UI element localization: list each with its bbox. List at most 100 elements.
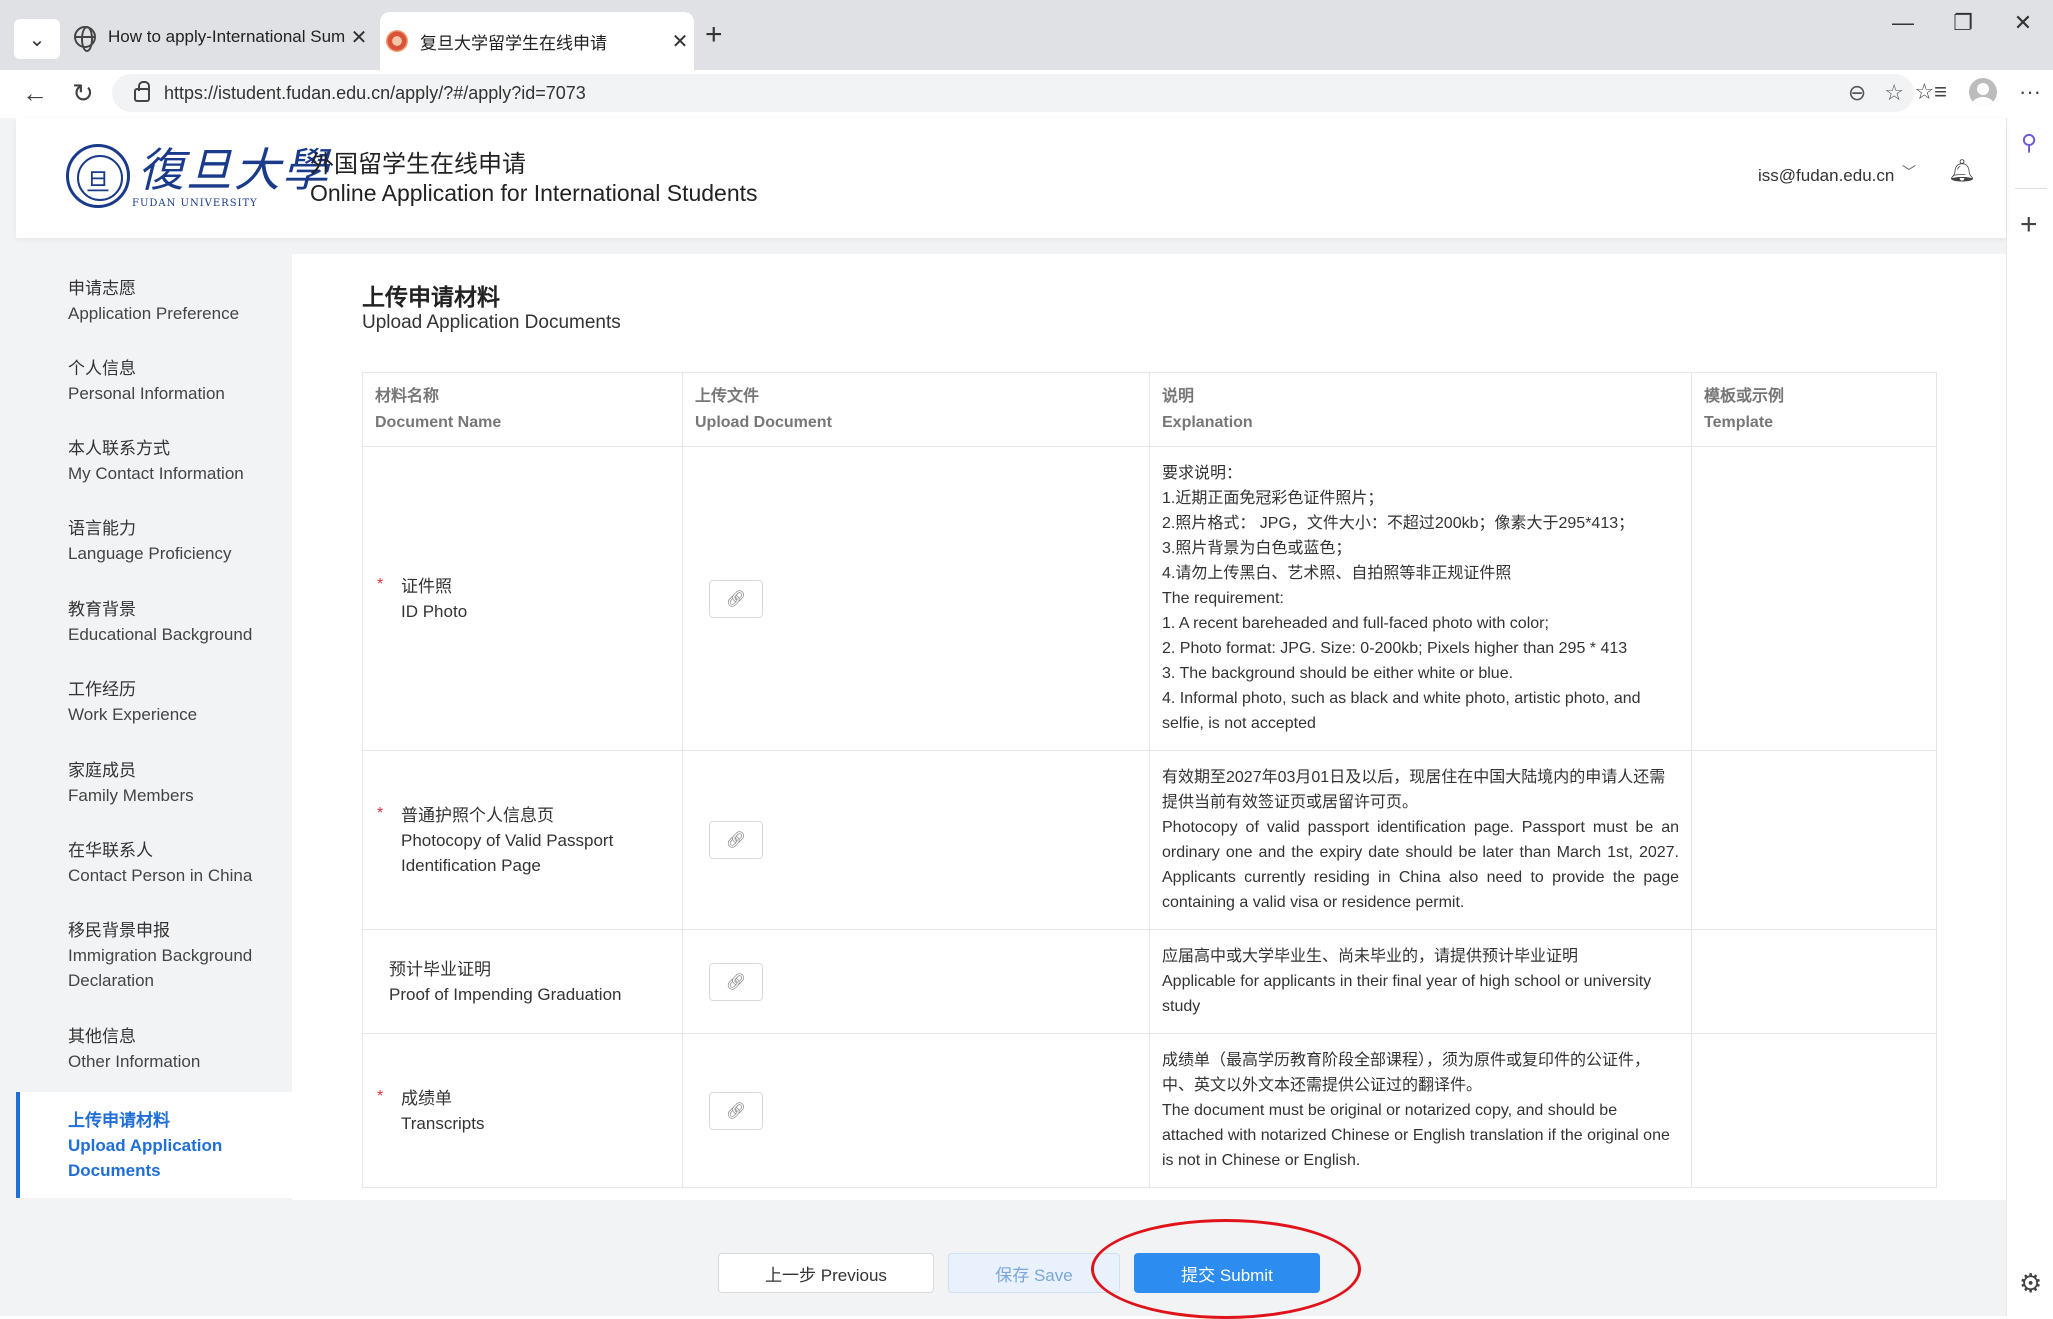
sidebar-item-label-cn: 工作经历 (68, 680, 136, 699)
restore-icon[interactable]: ❐ (1933, 10, 1993, 36)
sidebar-item-upload-documents[interactable]: 上传申请材料 Upload Application Documents (16, 1092, 292, 1198)
sidebar-item-label-en: Language Proficiency (68, 544, 232, 563)
tab-close-icon[interactable]: ✕ (666, 29, 694, 54)
upload-attach-button[interactable]: 🔗︎ (709, 821, 763, 859)
header-cn: 上传文件 (695, 387, 760, 405)
sidebar-item-label-cn: 家庭成员 (68, 761, 136, 780)
explanation-line: Applicable for applicants in their final… (1162, 973, 1652, 1015)
window-controls: — ❐ ✕ (1873, 10, 2053, 36)
sidebar-item-label-cn: 申请志愿 (68, 279, 136, 298)
site-header: 復旦大學 FUDAN UNIVERSITY 外国留学生在线申请 Online A… (16, 118, 2006, 238)
template-cell (1691, 929, 1937, 1034)
required-asterisk: * (377, 1087, 384, 1105)
document-name-en: ID Photo (401, 601, 468, 621)
explanation-cell: 有效期至2027年03月01日及以后，现居住在中国大陆境内的申请人还需提供当前有… (1149, 750, 1692, 930)
explanation-line: 4.请勿上传黑白、艺术照、自拍照等非正规证件照 (1162, 565, 1512, 582)
new-tab-plus-icon[interactable]: + (705, 18, 723, 52)
main-content: 上传申请材料 Upload Application Documents 材料名称… (292, 254, 2006, 1200)
required-asterisk: * (377, 575, 384, 593)
upload-attach-button[interactable]: 🔗︎ (709, 579, 763, 618)
link-icon: 🔗︎ (725, 973, 747, 991)
column-header-upload-document: 上传文件 Upload Document (682, 372, 1150, 447)
profile-avatar-icon[interactable] (1969, 78, 1998, 106)
address-bar[interactable]: https://istudent.fudan.edu.cn/apply/?#/a… (112, 74, 1914, 112)
application-steps-sidebar: 申请志愿 Application Preference 个人信息 Persona… (16, 254, 292, 1200)
explanation-line: 1. A recent bareheaded and full-faced ph… (1162, 615, 1549, 632)
fudan-seal-logo-icon (66, 144, 130, 208)
sidebar-item-work-experience[interactable]: 工作经历 Work Experience (16, 677, 292, 727)
bell-icon[interactable]: 🔔︎ (1948, 158, 1976, 184)
sidebar-item-label-en: Immigration Background Declaration (68, 946, 253, 990)
explanation-cell: 成绩单（最高学历教育阶段全部课程），须为原件或复印件的公证件，中、英文以外文本还… (1149, 1033, 1692, 1188)
browser-tab-fudan-application[interactable]: 复旦大学留学生在线申请 ✕ (380, 12, 694, 70)
page-header-title-en: Online Application for International Stu… (310, 180, 758, 206)
explanation-line: 应届高中或大学毕业生、尚未毕业的，请提供预计毕业证明 (1162, 948, 1579, 965)
sidebar-item-label-en: Family Members (68, 786, 194, 805)
explanation-line: 2. Photo format: JPG. Size: 0-200kb; Pix… (1162, 640, 1628, 657)
sidebar-item-family-members[interactable]: 家庭成员 Family Members (16, 758, 292, 808)
sidebar-item-label-en: My Contact Information (68, 464, 244, 483)
previous-button[interactable]: 上一步 Previous (718, 1253, 934, 1293)
table-row: * 普通护照个人信息页 Photocopy of Valid Passport … (362, 750, 1937, 930)
header-en: Upload Document (695, 413, 832, 431)
back-arrow-icon[interactable]: ← (22, 78, 48, 109)
zoom-out-icon[interactable]: ⊖ (1848, 80, 1866, 106)
required-asterisk: * (377, 804, 384, 822)
favorites-list-icon[interactable]: ☆≡ (1914, 79, 1947, 105)
explanation-cell: 应届高中或大学毕业生、尚未毕业的，请提供预计毕业证明 Applicable fo… (1149, 929, 1692, 1034)
table-row: 预计毕业证明 Proof of Impending Graduation 🔗︎ … (362, 929, 1937, 1034)
user-menu[interactable]: iss@fudan.edu.cn (1758, 166, 1894, 186)
documents-table: 材料名称 Document Name 上传文件 Upload Document … (362, 372, 1937, 1188)
explanation-line: 3.照片背景为白色或蓝色； (1162, 540, 1352, 557)
header-en: Document Name (375, 413, 502, 431)
sidebar-item-personal-information[interactable]: 个人信息 Personal Information (16, 356, 292, 406)
column-header-template: 模板或示例 Template (1691, 372, 1937, 447)
save-button[interactable]: 保存 Save (948, 1253, 1120, 1293)
explanation-line: The document must be original or notariz… (1162, 1102, 1670, 1169)
divider (2015, 188, 2047, 189)
sidebar-item-immigration-background[interactable]: 移民背景申报 Immigration Background Declaratio… (16, 918, 256, 993)
header-cn: 材料名称 (375, 387, 440, 405)
explanation-line: 有效期至2027年03月01日及以后，现居住在中国大陆境内的申请人还需提供当前有… (1162, 769, 1666, 811)
favorite-star-icon[interactable]: ☆ (1884, 80, 1904, 106)
gear-icon[interactable]: ⚙ (2019, 1268, 2042, 1299)
add-plus-icon[interactable]: + (2020, 208, 2038, 242)
sidebar-item-label-cn: 语言能力 (68, 519, 136, 538)
explanation-cell: 要求说明： 1.近期正面免冠彩色证件照片； 2.照片格式： JPG，文件大小：不… (1149, 446, 1692, 751)
upload-cell: 🔗︎ (682, 446, 1150, 751)
upload-attach-button[interactable]: 🔗︎ (709, 962, 763, 1001)
sidebar-item-application-preference[interactable]: 申请志愿 Application Preference (16, 276, 292, 326)
tab-list-chevron-icon[interactable]: ⌄ (14, 19, 60, 59)
lock-icon[interactable] (134, 81, 150, 102)
search-icon[interactable]: ⚲ (2021, 130, 2037, 156)
upload-cell: 🔗︎ (682, 750, 1150, 930)
tab-close-icon[interactable]: ✕ (345, 25, 373, 50)
sidebar-item-label-cn: 在华联系人 (68, 841, 153, 860)
upload-cell: 🔗︎ (682, 929, 1150, 1034)
upload-attach-button[interactable]: 🔗︎ (709, 1091, 763, 1130)
minimize-icon[interactable]: — (1873, 10, 1933, 36)
sidebar-item-educational-background[interactable]: 教育背景 Educational Background (16, 597, 292, 647)
sidebar-item-contact-person-in-china[interactable]: 在华联系人 Contact Person in China (16, 838, 292, 888)
chevron-down-icon[interactable]: ﹀ (1902, 162, 1916, 182)
globe-icon (74, 26, 96, 52)
reload-icon[interactable]: ↻ (72, 78, 94, 109)
submit-button[interactable]: 提交 Submit (1134, 1253, 1320, 1293)
explanation-line: 1.近期正面免冠彩色证件照片； (1162, 490, 1384, 507)
browser-tab-how-to-apply[interactable]: How to apply-International Summ ✕ (68, 14, 373, 60)
sidebar-item-label-en: Educational Background (68, 625, 253, 644)
document-name-cell: * 证件照 ID Photo (362, 446, 683, 751)
more-menu-icon[interactable]: ··· (2019, 79, 2041, 105)
sidebar-item-label-cn: 个人信息 (68, 359, 136, 378)
document-name-cn: 预计毕业证明 (389, 959, 491, 979)
link-icon: 🔗︎ (725, 590, 747, 608)
window-close-icon[interactable]: ✕ (1993, 10, 2053, 36)
document-name-en: Photocopy of Valid Passport (401, 830, 614, 850)
sidebar-item-contact-information[interactable]: 本人联系方式 My Contact Information (16, 436, 292, 486)
fudan-favicon-icon (386, 30, 408, 52)
sidebar-item-label-cn: 教育背景 (68, 600, 136, 619)
sidebar-item-other-information[interactable]: 其他信息 Other Information (16, 1024, 292, 1074)
browser-toolbar: ← ↻ https://istudent.fudan.edu.cn/apply/… (0, 70, 2053, 118)
sidebar-item-language-proficiency[interactable]: 语言能力 Language Proficiency (16, 516, 292, 566)
document-name-cn: 证件照 (401, 576, 452, 596)
